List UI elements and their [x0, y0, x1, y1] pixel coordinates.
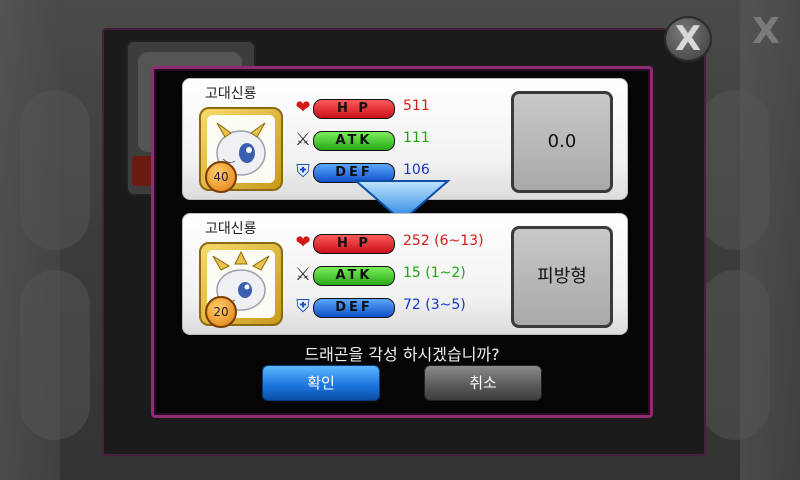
crossed-swords-icon: ⚔	[294, 129, 312, 150]
dragon-name: 고대신룡	[205, 221, 257, 237]
hp-value: 511	[403, 98, 430, 114]
crossed-swords-icon: ⚔	[294, 264, 312, 285]
cancel-button[interactable]: 취소	[424, 365, 542, 401]
awakened-dragon-card: 고대신룡 20 ❤ H P 252 (6~13) ⚔ ATK 15 (1~2)	[182, 213, 628, 335]
background-shape	[700, 90, 770, 250]
def-value: 106	[403, 162, 430, 178]
def-value: 72 (3~5)	[403, 297, 466, 313]
def-label: DEF	[313, 298, 395, 318]
confirm-button[interactable]: 확인	[262, 365, 380, 401]
background-shape	[20, 270, 90, 440]
close-icon: X	[674, 19, 702, 59]
level-badge: 40	[205, 161, 237, 193]
dragon-portrait: 40	[199, 107, 283, 193]
hp-label: H P	[313, 234, 395, 254]
hp-value: 252 (6~13)	[403, 233, 484, 249]
atk-value: 15 (1~2)	[403, 265, 466, 281]
close-button[interactable]: X	[664, 16, 712, 62]
dragon-type-box: 0.0	[511, 91, 613, 193]
dragon-type-box: 피방형	[511, 226, 613, 328]
awaken-question: 드래곤을 각성 하시겠습니까?	[304, 345, 500, 364]
dragon-portrait: 20	[199, 242, 283, 328]
atk-label: ATK	[313, 266, 395, 286]
shield-icon: ⛨	[296, 296, 310, 317]
hp-label: H P	[313, 99, 395, 119]
background-shape	[20, 90, 90, 250]
level-badge: 20	[205, 296, 237, 328]
heart-icon: ❤	[295, 97, 311, 118]
heart-icon: ❤	[295, 232, 311, 253]
atk-value: 111	[403, 130, 430, 146]
awaken-dialog: 고대신룡 40 ❤ H P 511 ⚔ ATK 111 ⛨ DEF 106 0.…	[151, 66, 653, 418]
dragon-name: 고대신룡	[205, 86, 257, 102]
atk-label: ATK	[313, 131, 395, 151]
background-shape	[700, 270, 770, 440]
shield-icon: ⛨	[296, 161, 310, 182]
background-close-icon: X	[752, 11, 780, 52]
